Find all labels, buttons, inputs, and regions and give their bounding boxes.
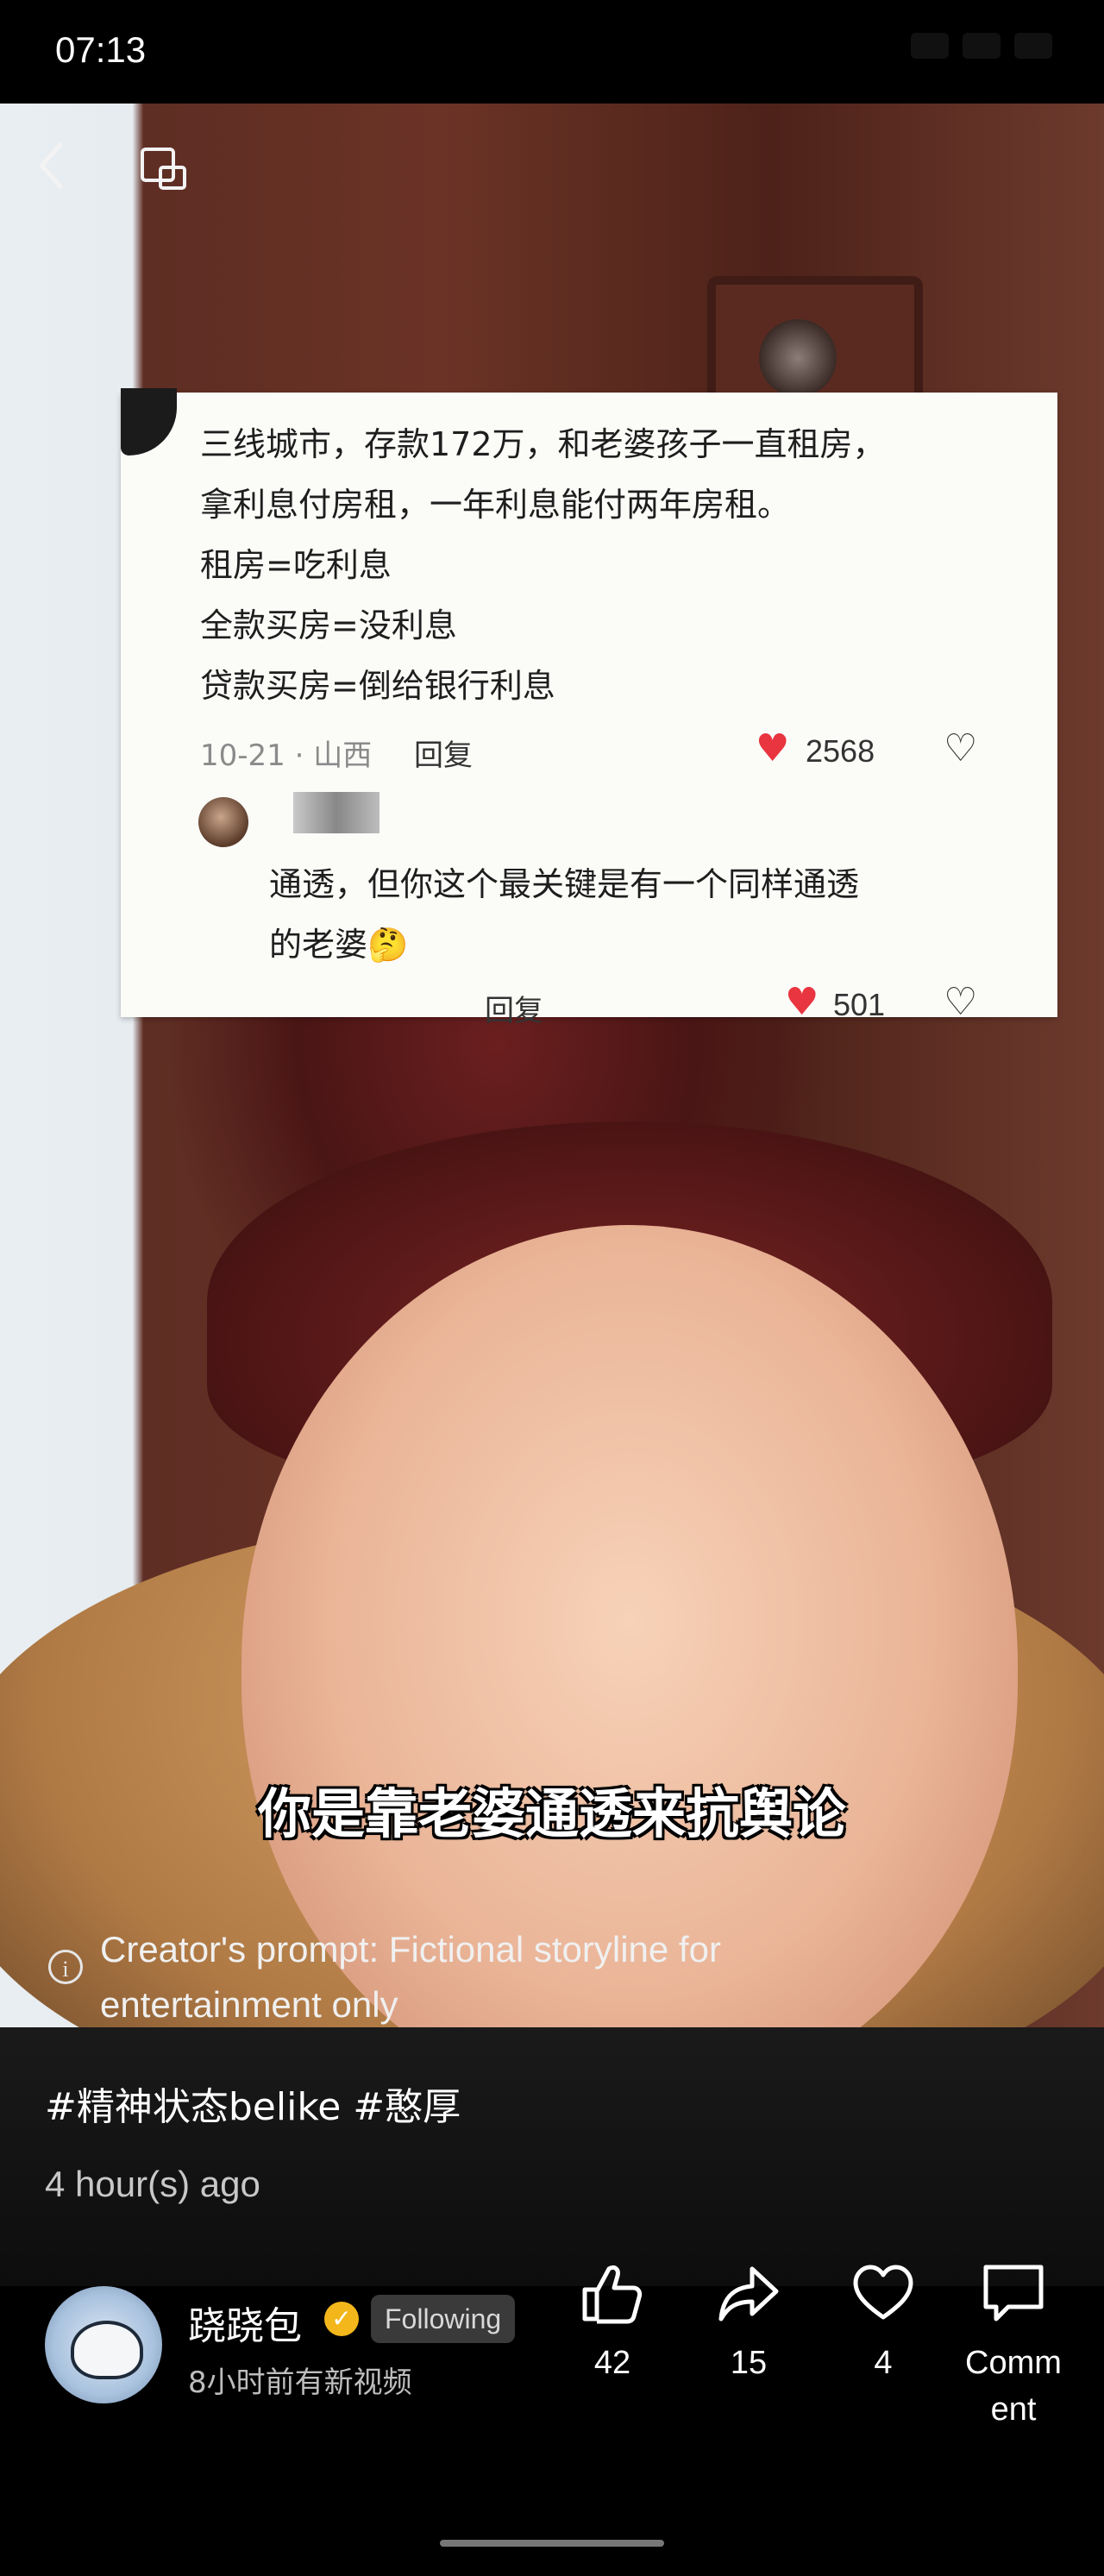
picture-in-picture-icon[interactable] [140, 147, 188, 192]
comment-line: 拿利息付房租，一年利息能付两年房租。 [200, 486, 791, 524]
favorite-button[interactable]: 4 [823, 2262, 944, 2386]
creator-prompt-text: Creator's prompt: Fictional storyline fo… [100, 1929, 721, 2025]
door-knob [759, 319, 837, 397]
comment-reply-label: 回复 [414, 738, 473, 773]
heart-icon: ♥ [756, 726, 790, 770]
reply-avatar [198, 797, 248, 847]
post-time: 4 hour(s) ago [45, 2164, 260, 2204]
info-icon: i [48, 1950, 83, 1984]
verified-badge-icon: ✓ [324, 2302, 359, 2336]
battery-icon [1014, 33, 1052, 59]
comment-bubble-icon [983, 2265, 1044, 2322]
comment-date-location: 10-21 · 山西 [200, 738, 373, 773]
creator-name[interactable]: 跷跷包 [188, 2295, 302, 2350]
status-icons [911, 33, 1052, 59]
favorite-count: 4 [874, 2345, 893, 2381]
home-indicator[interactable] [440, 2540, 664, 2547]
like-button[interactable]: 42 [552, 2262, 673, 2386]
heart-icon: ♥ [785, 980, 819, 1024]
following-button[interactable]: Following [371, 2295, 516, 2343]
blurred-username [293, 792, 380, 833]
share-arrow-icon [718, 2266, 779, 2322]
heart-outline-icon: ♡ [944, 980, 978, 1024]
heart-icon [853, 2265, 913, 2320]
comment-label: Comm ent [965, 2345, 1062, 2428]
thumbs-up-icon [582, 2265, 643, 2324]
status-time: 07:13 [55, 29, 147, 70]
comment-button[interactable]: Comm ent [957, 2262, 1070, 2433]
hashtags[interactable]: #精神状态belike #憨厚 [45, 2076, 461, 2131]
share-button[interactable]: 15 [688, 2262, 809, 2386]
back-icon[interactable] [34, 140, 78, 200]
reply-line: 的老婆🤔 [269, 926, 409, 964]
video-subtitle: 你是靠老婆通透来抗舆论 [257, 1782, 846, 1845]
wifi-icon [963, 33, 1000, 59]
reply-like-count: 501 [833, 987, 886, 1022]
comment-line: 全款买房=没利息 [200, 606, 457, 644]
jacket [0, 2027, 1104, 2286]
status-bar: 07:13 [0, 0, 1104, 104]
comment-like-count: 2568 [806, 733, 875, 769]
comment-line: 三线城市，存款172万，和老婆孩子一直租房， [200, 425, 886, 463]
reply-line: 通透，但你这个最关键是有一个同样通透 [269, 865, 860, 903]
reply-reply-label: 回复 [485, 994, 543, 1028]
creator-update-note: 8小时前有新视频 [188, 2366, 412, 2400]
comment-line: 租房=吃利息 [200, 546, 392, 584]
signal-icon [911, 33, 949, 59]
share-count: 15 [730, 2345, 768, 2381]
avatar[interactable] [45, 2286, 162, 2403]
like-count: 42 [593, 2345, 631, 2381]
crab-avatar-graphic [71, 2321, 143, 2379]
heart-outline-icon: ♡ [944, 726, 978, 770]
comment-line: 贷款买房=倒给银行利息 [200, 667, 555, 705]
